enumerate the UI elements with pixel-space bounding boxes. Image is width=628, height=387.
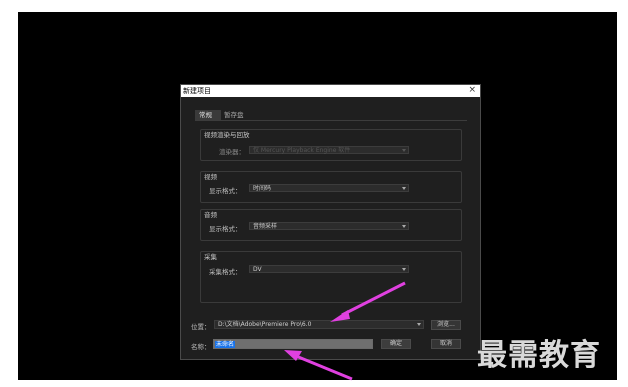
watermark-text: 最需教育 xyxy=(477,338,601,373)
annotation-arrow-location xyxy=(330,281,406,322)
annotation-arrow-name xyxy=(284,350,353,381)
annotation-layer xyxy=(284,281,406,381)
